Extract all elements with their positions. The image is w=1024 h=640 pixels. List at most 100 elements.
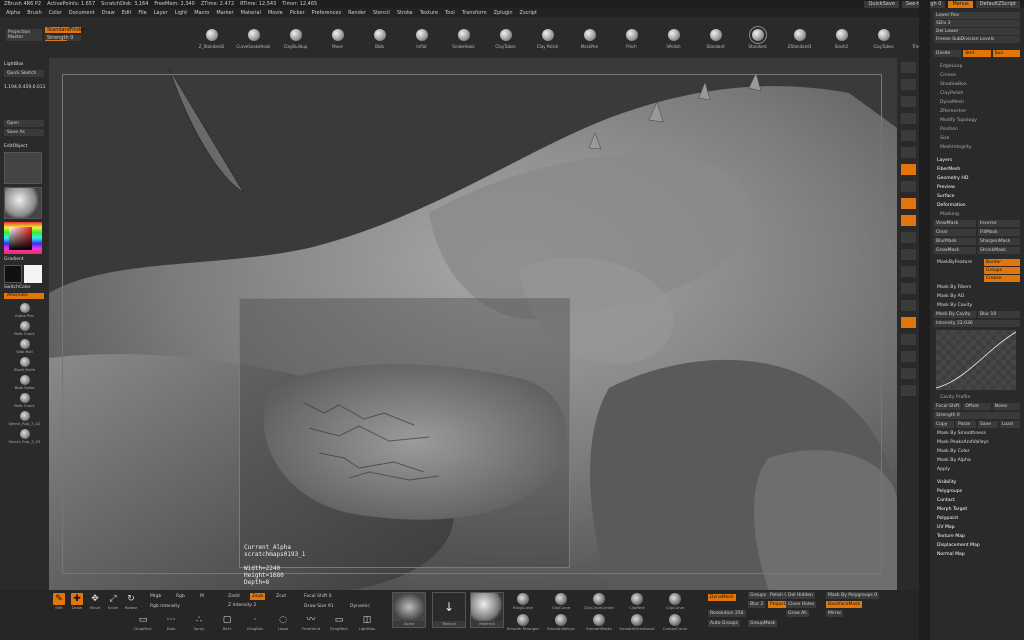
auto-groups-button[interactable]: Auto Groups: [708, 620, 740, 627]
shelf-button-move[interactable]: [899, 265, 917, 278]
brush-maskpen[interactable]: MaskPen: [573, 29, 606, 57]
project-toggle[interactable]: Project: [768, 601, 788, 608]
suv-toggle[interactable]: Suv: [992, 50, 1020, 57]
submenu-crease[interactable]: Crease: [934, 71, 1020, 80]
mask-by-cavity-section[interactable]: Mask By Cavity: [934, 301, 1020, 310]
section-layers[interactable]: Layers: [934, 156, 1020, 165]
preset-smoothpeaks[interactable]: SmoothPeaks: [586, 614, 612, 634]
shelf-button-transp[interactable]: [899, 333, 917, 346]
save-button[interactable]: Save: [978, 421, 998, 428]
menu-stroke[interactable]: Stroke: [397, 10, 413, 16]
shelf-button-scroll[interactable]: [899, 95, 917, 108]
alpha-item-slab-roll[interactable]: Slab Roll: [4, 339, 45, 354]
brush-slash2[interactable]: Slash2: [825, 29, 858, 57]
alpha-item-blob-spike[interactable]: Blob Spike: [4, 375, 45, 390]
resolution-slider[interactable]: Resolution 256: [708, 610, 746, 617]
submenu-modify-topology[interactable]: Modify Topology: [934, 116, 1020, 125]
menu-macro[interactable]: Macro: [194, 10, 209, 16]
menu-brush[interactable]: Brush: [27, 10, 41, 16]
focal-shift-slider-bottom[interactable]: Focal Shift 0: [304, 594, 332, 599]
shelf-button-xpose[interactable]: [899, 384, 917, 397]
stroke-dots[interactable]: ⋯ Dots: [160, 614, 182, 634]
brush-pinch[interactable]: Pinch: [615, 29, 648, 57]
alpha-item-select-rub-3-03[interactable]: Select_Rub_3_03: [4, 429, 45, 444]
shelf-button-floor[interactable]: [899, 180, 917, 193]
copy-button[interactable]: Copy: [934, 421, 954, 428]
mrgb-toggle[interactable]: Mrgb: [150, 594, 161, 599]
shelf-button-rotate[interactable]: [899, 299, 917, 312]
noise-button[interactable]: Noise: [992, 403, 1020, 410]
preset-smooth-stronger[interactable]: Smooth Stronger: [507, 614, 539, 634]
shelf-button-spix-3[interactable]: [899, 78, 917, 91]
mask-by-color[interactable]: Mask By Color: [934, 447, 1020, 456]
strength-slider-panel[interactable]: Strength 0: [934, 412, 1020, 419]
freeze-subdivision-button[interactable]: Freeze SubDivision Levels: [934, 36, 1020, 43]
section-polypaint[interactable]: Polypaint: [934, 514, 1020, 523]
switch-color-label[interactable]: SwitchColor: [4, 285, 45, 290]
material-slot[interactable]: Material: [470, 592, 504, 628]
zcut-toggle[interactable]: Zcut: [276, 594, 286, 599]
load-button[interactable]: Load: [1000, 421, 1020, 428]
preset-creasecurve[interactable]: CreaseCurve: [663, 614, 687, 634]
brush-mode-button[interactable]: StandardFinder: [45, 27, 85, 33]
color-picker[interactable]: [4, 222, 42, 254]
divide-button[interactable]: Divide: [934, 50, 962, 57]
rgb-toggle[interactable]: Rgb: [176, 594, 185, 599]
mask-clear-button[interactable]: Clear: [934, 229, 976, 236]
strength-slider[interactable]: Strength 0: [45, 35, 81, 41]
paste-button[interactable]: Paste: [956, 421, 976, 428]
save-as-button[interactable]: Save As: [4, 129, 44, 136]
backface-mask-toggle[interactable]: BackfaceMask: [826, 601, 863, 608]
menu-marker[interactable]: Marker: [216, 10, 233, 16]
submenu-dynamesh[interactable]: DynaMesh: [934, 98, 1020, 107]
smt-toggle[interactable]: Smt: [963, 50, 991, 57]
section-contact[interactable]: Contact: [934, 496, 1020, 505]
secondary-color-swatch[interactable]: [24, 265, 42, 283]
color-picker-square[interactable]: [9, 227, 32, 250]
shelf-button-xyz[interactable]: [899, 231, 917, 244]
submenu-meshintegrity[interactable]: MeshIntegrity: [934, 143, 1020, 152]
grow-all-button[interactable]: Grow All: [786, 610, 809, 617]
groups-toggle[interactable]: Groups: [984, 267, 1020, 274]
menu-preferences[interactable]: Preferences: [312, 10, 341, 16]
del-hidden-button[interactable]: Del Hidden: [786, 592, 815, 599]
projection-master-button[interactable]: Projection Master: [6, 29, 42, 41]
menu-stencil[interactable]: Stencil: [373, 10, 390, 16]
menu-zplugin[interactable]: Zplugin: [494, 10, 513, 16]
submenu-size[interactable]: Size: [934, 134, 1020, 143]
menus-button[interactable]: Menus: [948, 0, 973, 8]
brush-blob[interactable]: Blob: [363, 29, 396, 57]
blur-slider-bottom[interactable]: Blur 2: [748, 601, 766, 608]
shelf-button-lsym[interactable]: [899, 214, 917, 227]
menu-file[interactable]: File: [138, 10, 146, 16]
color-swatches[interactable]: [4, 265, 45, 283]
shelf-button-polyf[interactable]: [899, 316, 917, 329]
shelf-button-ghost[interactable]: [899, 350, 917, 363]
section-geometry-hd[interactable]: Geometry HD: [934, 174, 1020, 183]
zsub-toggle[interactable]: Zsub: [250, 593, 266, 600]
dynamesh-button[interactable]: DynaMesh: [708, 594, 736, 601]
mask-by-alpha[interactable]: Mask By Alpha: [934, 456, 1020, 465]
stroke-dragdot[interactable]: · DragDot: [244, 614, 266, 634]
brush-snakehook[interactable]: SnakeHook: [447, 29, 480, 57]
crease-toggle[interactable]: Crease: [984, 275, 1020, 282]
section-displacement-map[interactable]: Displacement Map: [934, 541, 1020, 550]
del-lower-button[interactable]: Del Lower: [934, 28, 1020, 35]
preset-clipcurve[interactable]: ClipCurve: [664, 593, 686, 613]
section-polygroups[interactable]: Polygroups: [934, 487, 1020, 496]
section-morph-target[interactable]: Morph Target: [934, 505, 1020, 514]
preset-clipcurve[interactable]: ClipCurve: [550, 593, 572, 613]
mask-fillmask-button[interactable]: FillMask: [978, 229, 1020, 236]
viewport-canvas[interactable]: Current_Alpha scratchmaps0193_1 Width=224…: [49, 58, 897, 590]
stroke-dragrect[interactable]: ▭ DragRect: [132, 614, 154, 634]
brush-hpolish[interactable]: hPolish: [657, 29, 690, 57]
tool-thumbnail[interactable]: [4, 152, 42, 184]
submenu-shadowbox[interactable]: ShadowBox: [934, 80, 1020, 89]
brush-move[interactable]: Move: [321, 29, 354, 57]
stroke-spray[interactable]: ∴ Spray: [188, 614, 210, 634]
menu-transform[interactable]: Transform: [462, 10, 487, 16]
mask-sharpenmask-button[interactable]: SharpenMask: [978, 238, 1020, 245]
mask-growmask-button[interactable]: GrowMask: [934, 247, 976, 254]
border-toggle[interactable]: Border: [984, 259, 1020, 266]
preset-clipcirclecenter[interactable]: ClipCircleCenter: [584, 593, 614, 613]
